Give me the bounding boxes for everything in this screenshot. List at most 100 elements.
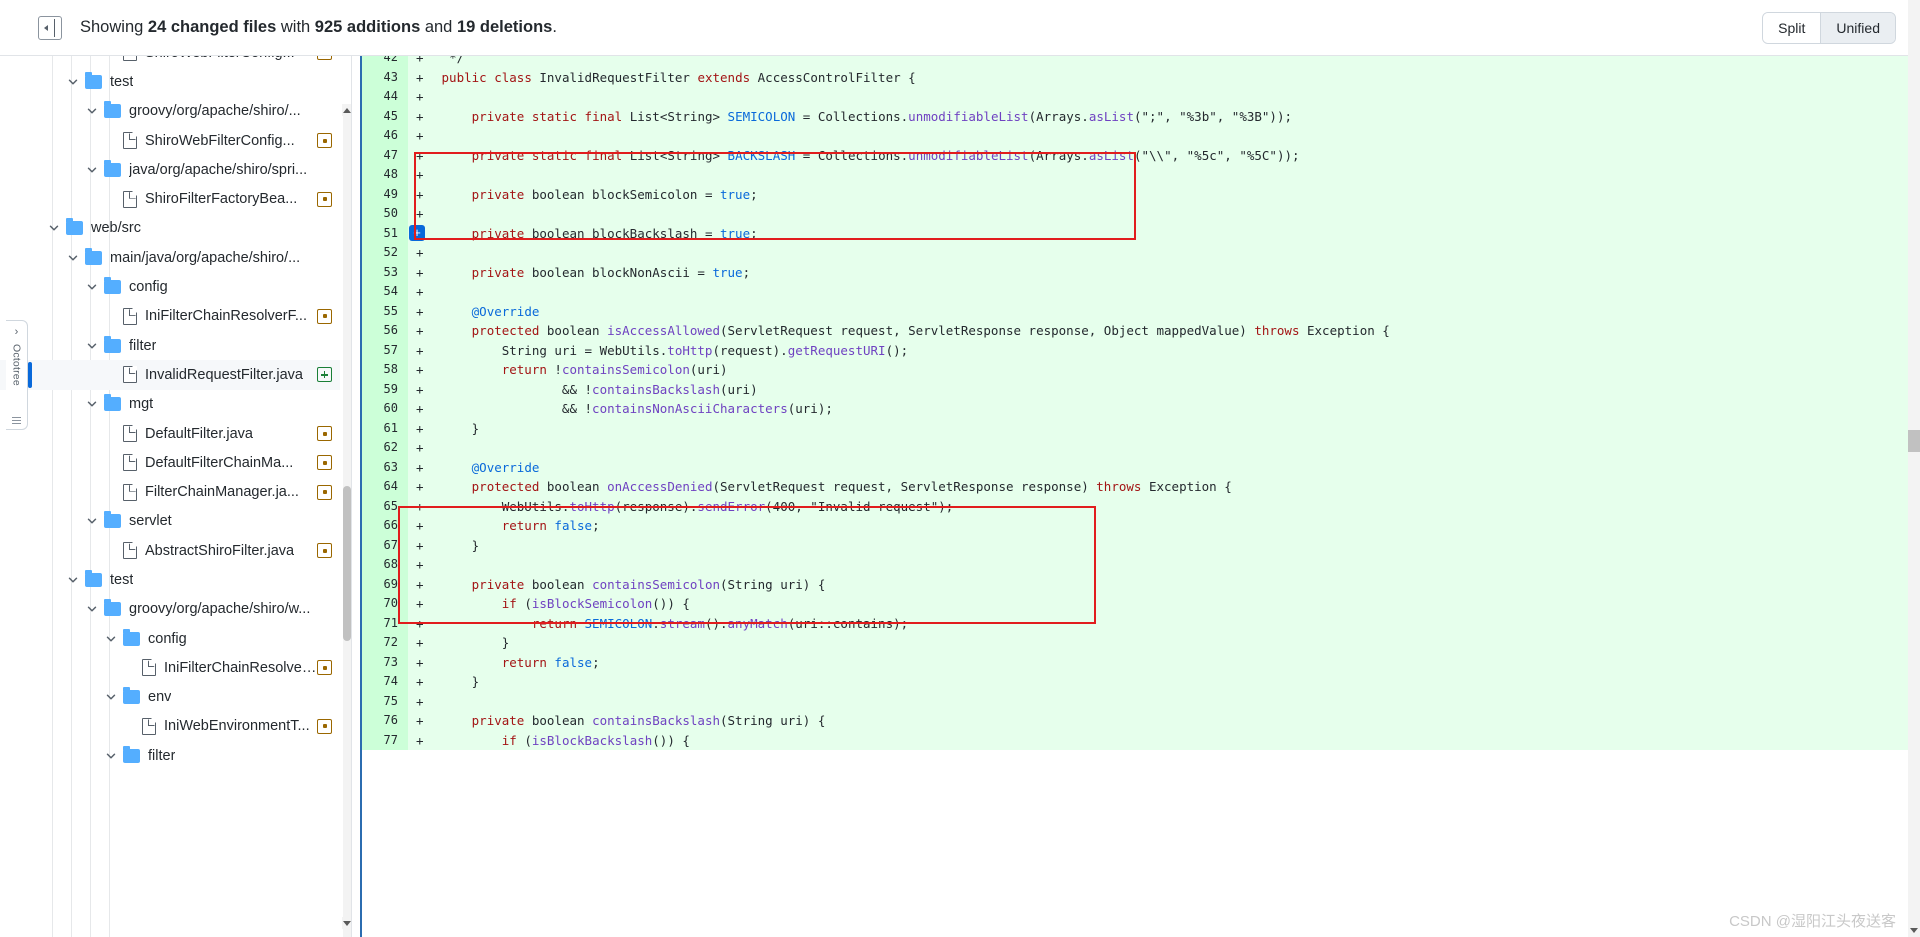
diff-line-number[interactable]: 46 xyxy=(362,126,408,146)
diff-line-number[interactable]: 49 xyxy=(362,184,408,204)
diff-line-number[interactable]: 65 xyxy=(362,496,408,516)
diff-line-marker: + xyxy=(408,107,434,127)
diff-line-number[interactable]: 70 xyxy=(362,594,408,614)
diff-line-number[interactable]: 42 xyxy=(362,56,408,68)
diff-line-number[interactable]: 53 xyxy=(362,262,408,282)
split-view-button[interactable]: Split xyxy=(1763,12,1821,43)
tree-file-row[interactable]: AbstractShiroFilter.java xyxy=(0,536,340,565)
chevron-down-icon[interactable] xyxy=(85,602,99,616)
chevron-down-icon[interactable] xyxy=(85,104,99,118)
tree-folder-row[interactable]: main/java/org/apache/shiro/... xyxy=(0,243,340,272)
diff-line-number[interactable]: 69 xyxy=(362,574,408,594)
chevron-down-icon[interactable] xyxy=(85,397,99,411)
tree-folder-row[interactable]: test xyxy=(0,565,340,594)
chevron-down-icon[interactable] xyxy=(47,221,61,235)
tree-folder-row[interactable]: servlet xyxy=(0,507,340,536)
tree-folder-row[interactable]: config xyxy=(0,272,340,301)
chevron-down-icon[interactable] xyxy=(104,632,118,646)
tree-file-row[interactable]: IniWebEnvironmentT... xyxy=(0,712,340,741)
folder-icon xyxy=(104,277,121,295)
tree-folder-row[interactable]: groovy/org/apache/shiro/... xyxy=(0,97,340,126)
tree-folder-row[interactable]: java/org/apache/shiro/spri... xyxy=(0,155,340,184)
unified-view-button[interactable]: Unified xyxy=(1820,12,1895,43)
diff-line-number[interactable]: 44 xyxy=(362,87,408,107)
tree-file-row[interactable]: FilterChainManager.ja... xyxy=(0,477,340,506)
tree-file-row[interactable]: ShiroWebFilterConfig... xyxy=(0,56,340,67)
tree-folder-row[interactable]: filter xyxy=(0,741,340,770)
add-comment-button[interactable]: + xyxy=(409,225,425,241)
diff-line-number[interactable]: 64 xyxy=(362,477,408,497)
diff-line-number[interactable]: 63 xyxy=(362,457,408,477)
tree-folder-row[interactable]: env xyxy=(0,683,340,712)
chevron-down-icon[interactable] xyxy=(85,163,99,177)
diff-line-number[interactable]: 68 xyxy=(362,555,408,575)
page-scrollbar-track[interactable] xyxy=(1908,0,1920,937)
tree-file-row[interactable]: IniFilterChainResolver... xyxy=(0,653,340,682)
diff-line-number[interactable]: 45 xyxy=(362,106,408,126)
diff-line: 72 + } xyxy=(362,633,1908,653)
diff-line-marker: + xyxy=(408,360,434,380)
tree-folder-row[interactable]: groovy/org/apache/shiro/w... xyxy=(0,595,340,624)
tree-file-row[interactable]: ShiroFilterFactoryBea... xyxy=(0,184,340,213)
diff-line-number[interactable]: 75 xyxy=(362,691,408,711)
diff-line-number[interactable]: 52 xyxy=(362,243,408,263)
diff-line-number[interactable]: 47 xyxy=(362,145,408,165)
diff-line-sign: + xyxy=(416,498,424,514)
diff-line-sign: + xyxy=(416,69,424,85)
diff-line: 48 + xyxy=(362,165,1908,185)
diff-line-number[interactable]: 72 xyxy=(362,633,408,653)
page-scrollbar-thumb[interactable] xyxy=(1908,430,1920,452)
tree-folder-row[interactable]: mgt xyxy=(0,390,340,419)
diff-line-number[interactable]: 73 xyxy=(362,652,408,672)
chevron-down-icon[interactable] xyxy=(66,251,80,265)
diff-summary-additions: 925 additions xyxy=(314,18,421,36)
diff-line-marker: + xyxy=(408,594,434,614)
tree-file-row[interactable]: IniFilterChainResolverF... xyxy=(0,302,340,331)
diff-line-number[interactable]: 77 xyxy=(362,730,408,750)
chevron-down-icon[interactable] xyxy=(104,749,118,763)
diff-line-number[interactable]: 50 xyxy=(362,204,408,224)
tree-folder-row[interactable]: filter xyxy=(0,331,340,360)
diff-line-number[interactable]: 71 xyxy=(362,613,408,633)
tree-file-row[interactable]: ShiroWebFilterConfig... xyxy=(0,126,340,155)
diff-line-number[interactable]: 56 xyxy=(362,321,408,341)
diff-line-number[interactable]: 61 xyxy=(362,418,408,438)
diff-line-number[interactable]: 59 xyxy=(362,379,408,399)
tree-item-label: groovy/org/apache/shiro/... xyxy=(129,103,301,120)
diff-line-number[interactable]: 54 xyxy=(362,282,408,302)
chevron-down-icon[interactable] xyxy=(85,280,99,294)
page-scroll-down-button[interactable] xyxy=(1908,923,1920,937)
sidebar-scrollbar-thumb[interactable] xyxy=(343,486,351,641)
diff-line-number[interactable]: 66 xyxy=(362,516,408,536)
diff-line-sign: + xyxy=(416,108,424,124)
diff-line-number[interactable]: 48 xyxy=(362,165,408,185)
chevron-down-icon[interactable] xyxy=(66,573,80,587)
diff-line-number[interactable]: 55 xyxy=(362,301,408,321)
tree-item-label: java/org/apache/shiro/spri... xyxy=(129,161,308,178)
diff-line-number[interactable]: 76 xyxy=(362,711,408,731)
status-badge-modified xyxy=(317,543,332,559)
tree-folder-row[interactable]: test xyxy=(0,67,340,96)
chevron-down-icon[interactable] xyxy=(66,75,80,89)
chevron-down-icon[interactable] xyxy=(85,514,99,528)
chevron-down-icon[interactable] xyxy=(85,339,99,353)
folder-icon xyxy=(104,511,121,529)
chevron-down-icon[interactable] xyxy=(104,690,118,704)
diff-line-number[interactable]: 67 xyxy=(362,535,408,555)
diff-line-number[interactable]: 43 xyxy=(362,67,408,87)
sidebar-collapse-icon[interactable] xyxy=(38,15,62,40)
tree-file-row[interactable]: DefaultFilter.java xyxy=(0,419,340,448)
tree-file-row[interactable]: InvalidRequestFilter.java xyxy=(0,360,340,390)
tree-folder-row[interactable]: web/src xyxy=(0,214,340,243)
tree-file-row[interactable]: DefaultFilterChainMa... xyxy=(0,448,340,477)
diff-line-number[interactable]: 60 xyxy=(362,399,408,419)
diff-line-number[interactable]: 62 xyxy=(362,438,408,458)
octotree-rail[interactable]: › Octotree xyxy=(6,320,28,430)
diff-line-number[interactable]: 51 xyxy=(362,223,408,243)
diff-line-number[interactable]: 58 xyxy=(362,360,408,380)
octotree-grip-icon[interactable] xyxy=(12,417,21,424)
tree-folder-row[interactable]: config xyxy=(0,624,340,653)
diff-line-number[interactable]: 74 xyxy=(362,672,408,692)
diff-line-number[interactable]: 57 xyxy=(362,340,408,360)
diff-line-code: return false; xyxy=(501,518,600,533)
